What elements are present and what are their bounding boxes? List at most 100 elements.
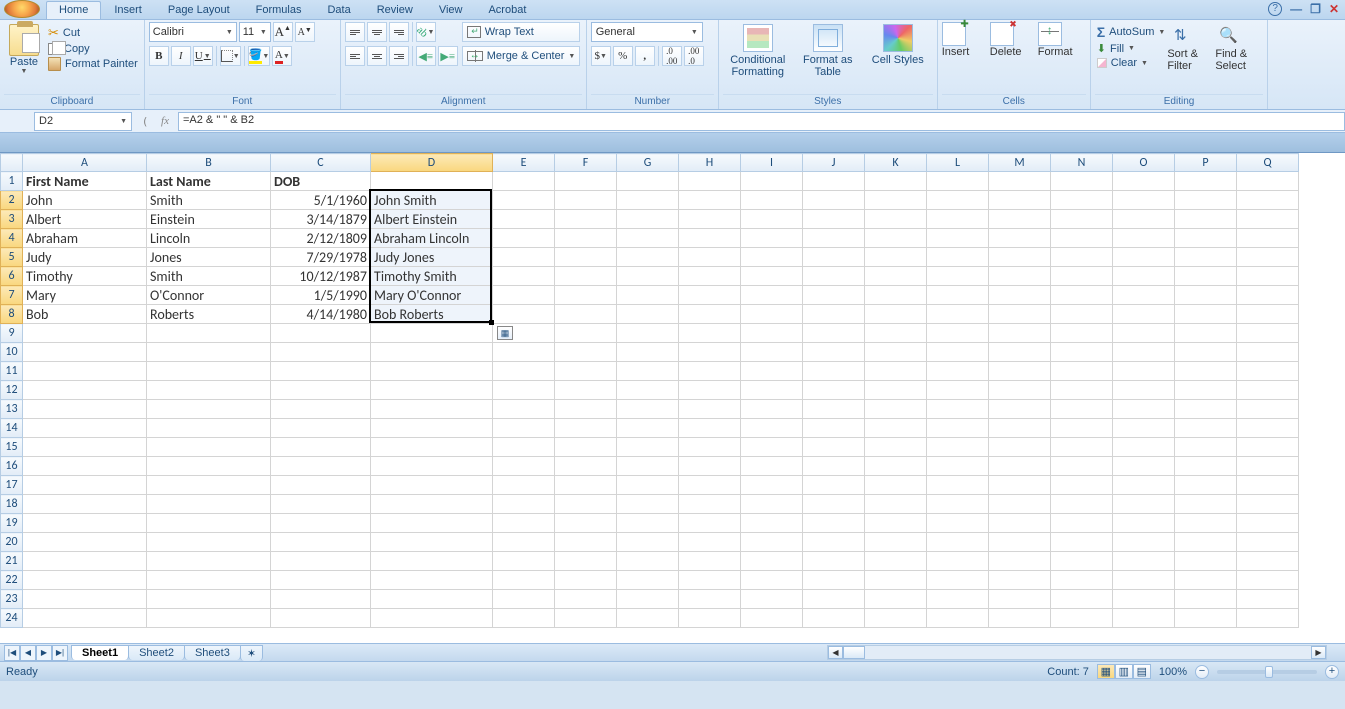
cell-N19[interactable] — [1051, 514, 1113, 533]
cell-J3[interactable] — [803, 210, 865, 229]
cell-C14[interactable] — [271, 419, 371, 438]
cell-P12[interactable] — [1175, 381, 1237, 400]
column-header-J[interactable]: J — [803, 154, 865, 172]
cell-F23[interactable] — [555, 590, 617, 609]
cell-F18[interactable] — [555, 495, 617, 514]
sheet-nav-prev[interactable]: ◀ — [20, 645, 36, 661]
column-header-B[interactable]: B — [147, 154, 271, 172]
cell-C23[interactable] — [271, 590, 371, 609]
cell-I10[interactable] — [741, 343, 803, 362]
cell-P1[interactable] — [1175, 172, 1237, 191]
wrap-text-button[interactable]: Wrap Text — [462, 22, 581, 42]
cell-H20[interactable] — [679, 533, 741, 552]
find-select-button[interactable]: 🔍Find & Select — [1215, 22, 1263, 72]
cell-F9[interactable] — [555, 324, 617, 343]
comma-button[interactable]: , — [635, 46, 655, 66]
cell-E16[interactable] — [493, 457, 555, 476]
font-color-button[interactable]: A▼ — [272, 46, 292, 66]
row-header-24[interactable]: 24 — [1, 609, 23, 628]
zoom-out-button[interactable]: − — [1195, 665, 1209, 679]
cell-E20[interactable] — [493, 533, 555, 552]
shrink-font-button[interactable]: A▼ — [295, 22, 315, 42]
cell-O8[interactable] — [1113, 305, 1175, 324]
cell-L7[interactable] — [927, 286, 989, 305]
cell-G13[interactable] — [617, 400, 679, 419]
cell-M22[interactable] — [989, 571, 1051, 590]
cell-D22[interactable] — [371, 571, 493, 590]
tab-home[interactable]: Home — [46, 1, 101, 19]
cell-I11[interactable] — [741, 362, 803, 381]
cell-H23[interactable] — [679, 590, 741, 609]
cell-M18[interactable] — [989, 495, 1051, 514]
row-header-22[interactable]: 22 — [1, 571, 23, 590]
cell-K7[interactable] — [865, 286, 927, 305]
cell-G22[interactable] — [617, 571, 679, 590]
cell-K9[interactable] — [865, 324, 927, 343]
cell-O23[interactable] — [1113, 590, 1175, 609]
cell-F15[interactable] — [555, 438, 617, 457]
cell-M14[interactable] — [989, 419, 1051, 438]
cell-Q18[interactable] — [1237, 495, 1299, 514]
cell-F8[interactable] — [555, 305, 617, 324]
cell-A6[interactable]: Timothy — [23, 267, 147, 286]
name-box[interactable]: D2▼ — [34, 112, 132, 131]
cell-G12[interactable] — [617, 381, 679, 400]
conditional-formatting-button[interactable]: Conditional Formatting — [723, 22, 793, 78]
format-painter-button[interactable]: Format Painter — [48, 57, 138, 71]
tab-view[interactable]: View — [426, 1, 476, 19]
tab-acrobat[interactable]: Acrobat — [475, 1, 539, 19]
row-header-1[interactable]: 1 — [1, 172, 23, 191]
cell-G20[interactable] — [617, 533, 679, 552]
row-header-10[interactable]: 10 — [1, 343, 23, 362]
cell-D20[interactable] — [371, 533, 493, 552]
cell-I14[interactable] — [741, 419, 803, 438]
cell-N13[interactable] — [1051, 400, 1113, 419]
cell-K10[interactable] — [865, 343, 927, 362]
cell-P11[interactable] — [1175, 362, 1237, 381]
column-header-G[interactable]: G — [617, 154, 679, 172]
cell-Q13[interactable] — [1237, 400, 1299, 419]
cell-B18[interactable] — [147, 495, 271, 514]
cell-C21[interactable] — [271, 552, 371, 571]
cell-O1[interactable] — [1113, 172, 1175, 191]
cell-Q7[interactable] — [1237, 286, 1299, 305]
office-button[interactable] — [4, 0, 40, 18]
cell-F17[interactable] — [555, 476, 617, 495]
cell-P3[interactable] — [1175, 210, 1237, 229]
cell-A1[interactable]: First Name — [23, 172, 147, 191]
cell-C12[interactable] — [271, 381, 371, 400]
cell-Q16[interactable] — [1237, 457, 1299, 476]
cell-E18[interactable] — [493, 495, 555, 514]
border-button[interactable]: ▼ — [220, 46, 241, 66]
cell-M17[interactable] — [989, 476, 1051, 495]
cell-N8[interactable] — [1051, 305, 1113, 324]
cell-F13[interactable] — [555, 400, 617, 419]
cell-B17[interactable] — [147, 476, 271, 495]
cell-A15[interactable] — [23, 438, 147, 457]
cell-C8[interactable]: 4/14/1980 — [271, 305, 371, 324]
cell-G8[interactable] — [617, 305, 679, 324]
align-bottom-button[interactable] — [389, 22, 409, 42]
cell-B16[interactable] — [147, 457, 271, 476]
cell-P4[interactable] — [1175, 229, 1237, 248]
cell-A14[interactable] — [23, 419, 147, 438]
cell-O5[interactable] — [1113, 248, 1175, 267]
sheet-tab-sheet2[interactable]: Sheet2 — [128, 645, 185, 660]
row-header-18[interactable]: 18 — [1, 495, 23, 514]
row-header-16[interactable]: 16 — [1, 457, 23, 476]
cell-P10[interactable] — [1175, 343, 1237, 362]
cell-E7[interactable] — [493, 286, 555, 305]
cell-D18[interactable] — [371, 495, 493, 514]
cell-M19[interactable] — [989, 514, 1051, 533]
cell-N14[interactable] — [1051, 419, 1113, 438]
format-cells-button[interactable]: Format — [1038, 22, 1086, 58]
cell-styles-button[interactable]: Cell Styles — [863, 22, 933, 66]
formula-input[interactable]: =A2 & " " & B2 — [178, 112, 1345, 131]
cell-L22[interactable] — [927, 571, 989, 590]
cell-L6[interactable] — [927, 267, 989, 286]
cell-L18[interactable] — [927, 495, 989, 514]
underline-button[interactable]: U▼ — [193, 46, 213, 66]
cell-K18[interactable] — [865, 495, 927, 514]
cell-M1[interactable] — [989, 172, 1051, 191]
cell-M2[interactable] — [989, 191, 1051, 210]
